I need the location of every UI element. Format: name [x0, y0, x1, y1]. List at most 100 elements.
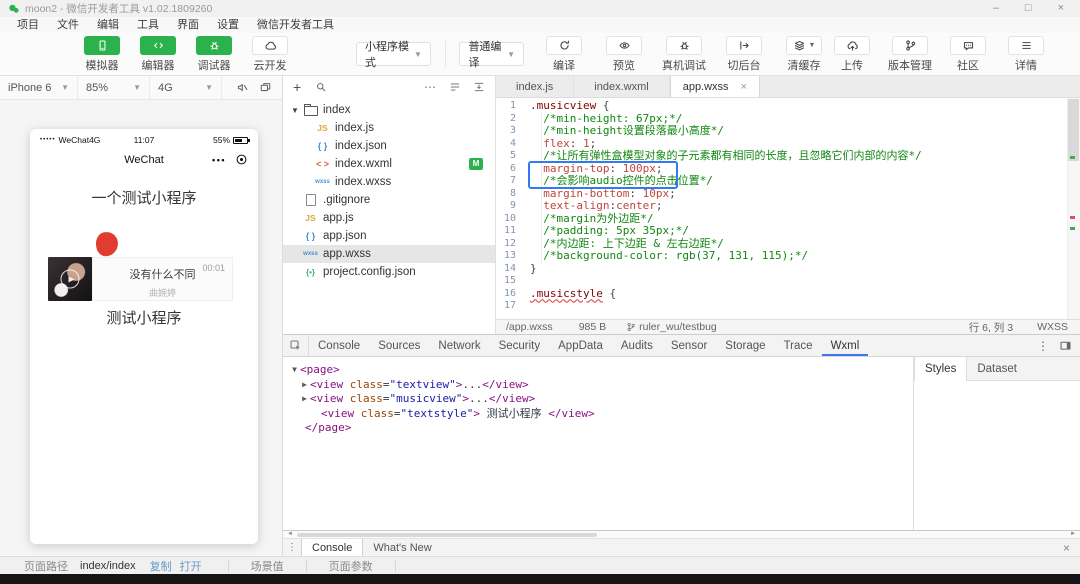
- toolbar-button-切后台[interactable]: 切后台: [720, 35, 768, 73]
- file-name: index.wxml: [335, 158, 392, 170]
- file-path: /app.wxss: [506, 321, 553, 333]
- toolbar-button-详情[interactable]: 详情: [1002, 35, 1050, 73]
- minimize-button[interactable]: –: [993, 3, 999, 14]
- devtools-tab-trace[interactable]: Trace: [775, 335, 822, 356]
- toolbar-button-预览[interactable]: 预览: [600, 35, 648, 73]
- menu-编辑[interactable]: 编辑: [88, 17, 128, 33]
- devtools-tab-sensor[interactable]: Sensor: [662, 335, 716, 356]
- devtools-tab-wxml[interactable]: Wxml: [822, 335, 869, 356]
- network-select[interactable]: 4G ▼: [150, 76, 222, 99]
- wxml-node[interactable]: </page>: [289, 421, 913, 436]
- reveal-file-icon[interactable]: [473, 81, 485, 93]
- editor-tab-index.wxml[interactable]: index.wxml: [574, 76, 670, 97]
- sidebar-tab-dataset[interactable]: Dataset: [967, 357, 1027, 380]
- toolbar-button-编译[interactable]: 编译: [540, 35, 588, 73]
- drawer-tab-console[interactable]: Console: [301, 539, 364, 556]
- close-button[interactable]: ×: [1058, 3, 1064, 14]
- toolbar-button-调试器[interactable]: 调试器: [190, 35, 238, 73]
- editor-code-area[interactable]: 1 .musicview {2 /*min-height: 67px;*/3 /*…: [496, 98, 1080, 319]
- scrollbar-thumb[interactable]: [297, 533, 597, 537]
- drawer-menu-icon[interactable]: ⋮: [283, 539, 301, 556]
- editor-statusbar: /app.wxss 985 B ruler_wu/testbug 行 6, 列 …: [496, 319, 1080, 334]
- copy-path-link[interactable]: 复制: [150, 558, 172, 574]
- chevron-right-icon[interactable]: ▶: [299, 392, 310, 407]
- git-branch-label[interactable]: ruler_wu/testbug: [639, 321, 717, 333]
- toolbar-button-清缓存[interactable]: ▼ 清缓存: [780, 35, 828, 73]
- mode-select[interactable]: 小程序模式 ▼: [356, 41, 431, 69]
- page-params-label[interactable]: 页面参数: [329, 558, 373, 574]
- device-select[interactable]: iPhone 6 ▼: [0, 76, 78, 99]
- wxml-node[interactable]: ▶ <view class = "musicview" >... </view>: [289, 392, 913, 407]
- file-item-.gitignore[interactable]: .gitignore: [283, 191, 495, 209]
- toolbar-button-社区[interactable]: 社区: [944, 35, 992, 73]
- devtools-tab-security[interactable]: Security: [490, 335, 550, 356]
- dock-side-icon[interactable]: [1059, 339, 1072, 352]
- scene-value-label[interactable]: 场景值: [251, 558, 284, 574]
- devtools-tab-storage[interactable]: Storage: [716, 335, 774, 356]
- open-path-link[interactable]: 打开: [180, 558, 202, 574]
- scroll-left-icon[interactable]: ◄: [287, 531, 293, 538]
- drawer-close-icon[interactable]: ×: [1063, 539, 1080, 556]
- file-item-index[interactable]: ▼ index: [283, 101, 495, 119]
- chevron-down-icon[interactable]: ▼: [289, 363, 300, 378]
- horizontal-scrollbar[interactable]: ◄ ►: [283, 531, 1080, 539]
- capsule-target-icon[interactable]: [235, 153, 248, 166]
- scrollbar-thumb[interactable]: [1068, 99, 1079, 161]
- compile-select[interactable]: 普通编译 ▼: [459, 41, 524, 69]
- scroll-right-icon[interactable]: ►: [1070, 531, 1076, 538]
- file-item-app.wxss[interactable]: wxss app.wxss: [283, 245, 495, 263]
- speaker-mute-icon[interactable]: [236, 81, 249, 94]
- devtools-tab-sources[interactable]: Sources: [369, 335, 429, 356]
- page-path-label: 页面路径: [24, 560, 68, 573]
- toolbar-button-云开发[interactable]: 云开发: [246, 35, 294, 73]
- menu-微信开发者工具[interactable]: 微信开发者工具: [248, 17, 343, 33]
- language-mode[interactable]: WXSS: [1037, 321, 1068, 333]
- editor-tab-app.wxss[interactable]: app.wxss ×: [669, 76, 760, 97]
- wxml-node[interactable]: <view class = "textstyle" > 测试小程序 </view>: [289, 407, 913, 422]
- more-options-icon[interactable]: ⋯: [424, 80, 437, 94]
- code-text: }: [530, 261, 537, 275]
- add-file-icon[interactable]: +: [293, 80, 301, 94]
- editor-scrollbar[interactable]: [1067, 98, 1080, 319]
- inspect-element-button[interactable]: [283, 335, 309, 356]
- toolbar-button-编辑器[interactable]: 编辑器: [134, 35, 182, 73]
- maximize-button[interactable]: □: [1025, 3, 1032, 14]
- search-icon[interactable]: [315, 81, 327, 93]
- file-item-index.json[interactable]: { } index.json: [283, 137, 495, 155]
- collapse-list-icon[interactable]: [449, 81, 461, 93]
- menu-设置[interactable]: 设置: [208, 17, 248, 33]
- file-item-app.js[interactable]: JS app.js: [283, 209, 495, 227]
- play-button[interactable]: [60, 269, 80, 289]
- file-item-index.js[interactable]: JS index.js: [283, 119, 495, 137]
- sidebar-tab-styles[interactable]: Styles: [914, 357, 968, 381]
- close-icon[interactable]: ×: [741, 81, 747, 93]
- devtools-tab-console[interactable]: Console: [309, 335, 369, 356]
- file-item-app.json[interactable]: { } app.json: [283, 227, 495, 245]
- more-menu-icon[interactable]: •••: [212, 155, 226, 165]
- float-window-icon[interactable]: [259, 81, 272, 94]
- devtools-tab-audits[interactable]: Audits: [612, 335, 662, 356]
- editor-tab-index.js[interactable]: index.js: [496, 76, 575, 97]
- drawer-tab-what-s-new[interactable]: What's New: [363, 539, 441, 556]
- chevron-right-icon[interactable]: ▶: [299, 378, 310, 393]
- file-item-index.wxml[interactable]: < > index.wxml M: [283, 155, 495, 173]
- devtools-tab-appdata[interactable]: AppData: [549, 335, 612, 356]
- toolbar-button-label: 清缓存: [787, 59, 821, 72]
- toolbar-button-真机调试[interactable]: 真机调试: [660, 35, 708, 73]
- wxml-tree[interactable]: ▼ <page> ▶ <view class = "textview" >... </view…: [283, 357, 913, 530]
- audio-player[interactable]: 没有什么不同 曲婉婷 00:01: [48, 257, 233, 301]
- wxml-node[interactable]: ▼ <page>: [289, 363, 913, 378]
- menu-文件[interactable]: 文件: [48, 17, 88, 33]
- wxml-node[interactable]: ▶ <view class = "textview" >... </view>: [289, 378, 913, 393]
- menu-工具[interactable]: 工具: [128, 17, 168, 33]
- devtools-tab-network[interactable]: Network: [429, 335, 489, 356]
- scale-select[interactable]: 85% ▼: [78, 76, 150, 99]
- toolbar-button-模拟器[interactable]: 模拟器: [78, 35, 126, 73]
- devtools-more-icon[interactable]: ⋮: [1037, 339, 1049, 353]
- menu-界面[interactable]: 界面: [168, 17, 208, 33]
- file-item-project.config.json[interactable]: {•} project.config.json: [283, 263, 495, 281]
- toolbar-button-版本管理[interactable]: 版本管理: [886, 35, 934, 73]
- menu-项目[interactable]: 项目: [8, 17, 48, 33]
- file-item-index.wxss[interactable]: wxss index.wxss: [283, 173, 495, 191]
- toolbar-button-上传[interactable]: 上传: [828, 35, 876, 73]
